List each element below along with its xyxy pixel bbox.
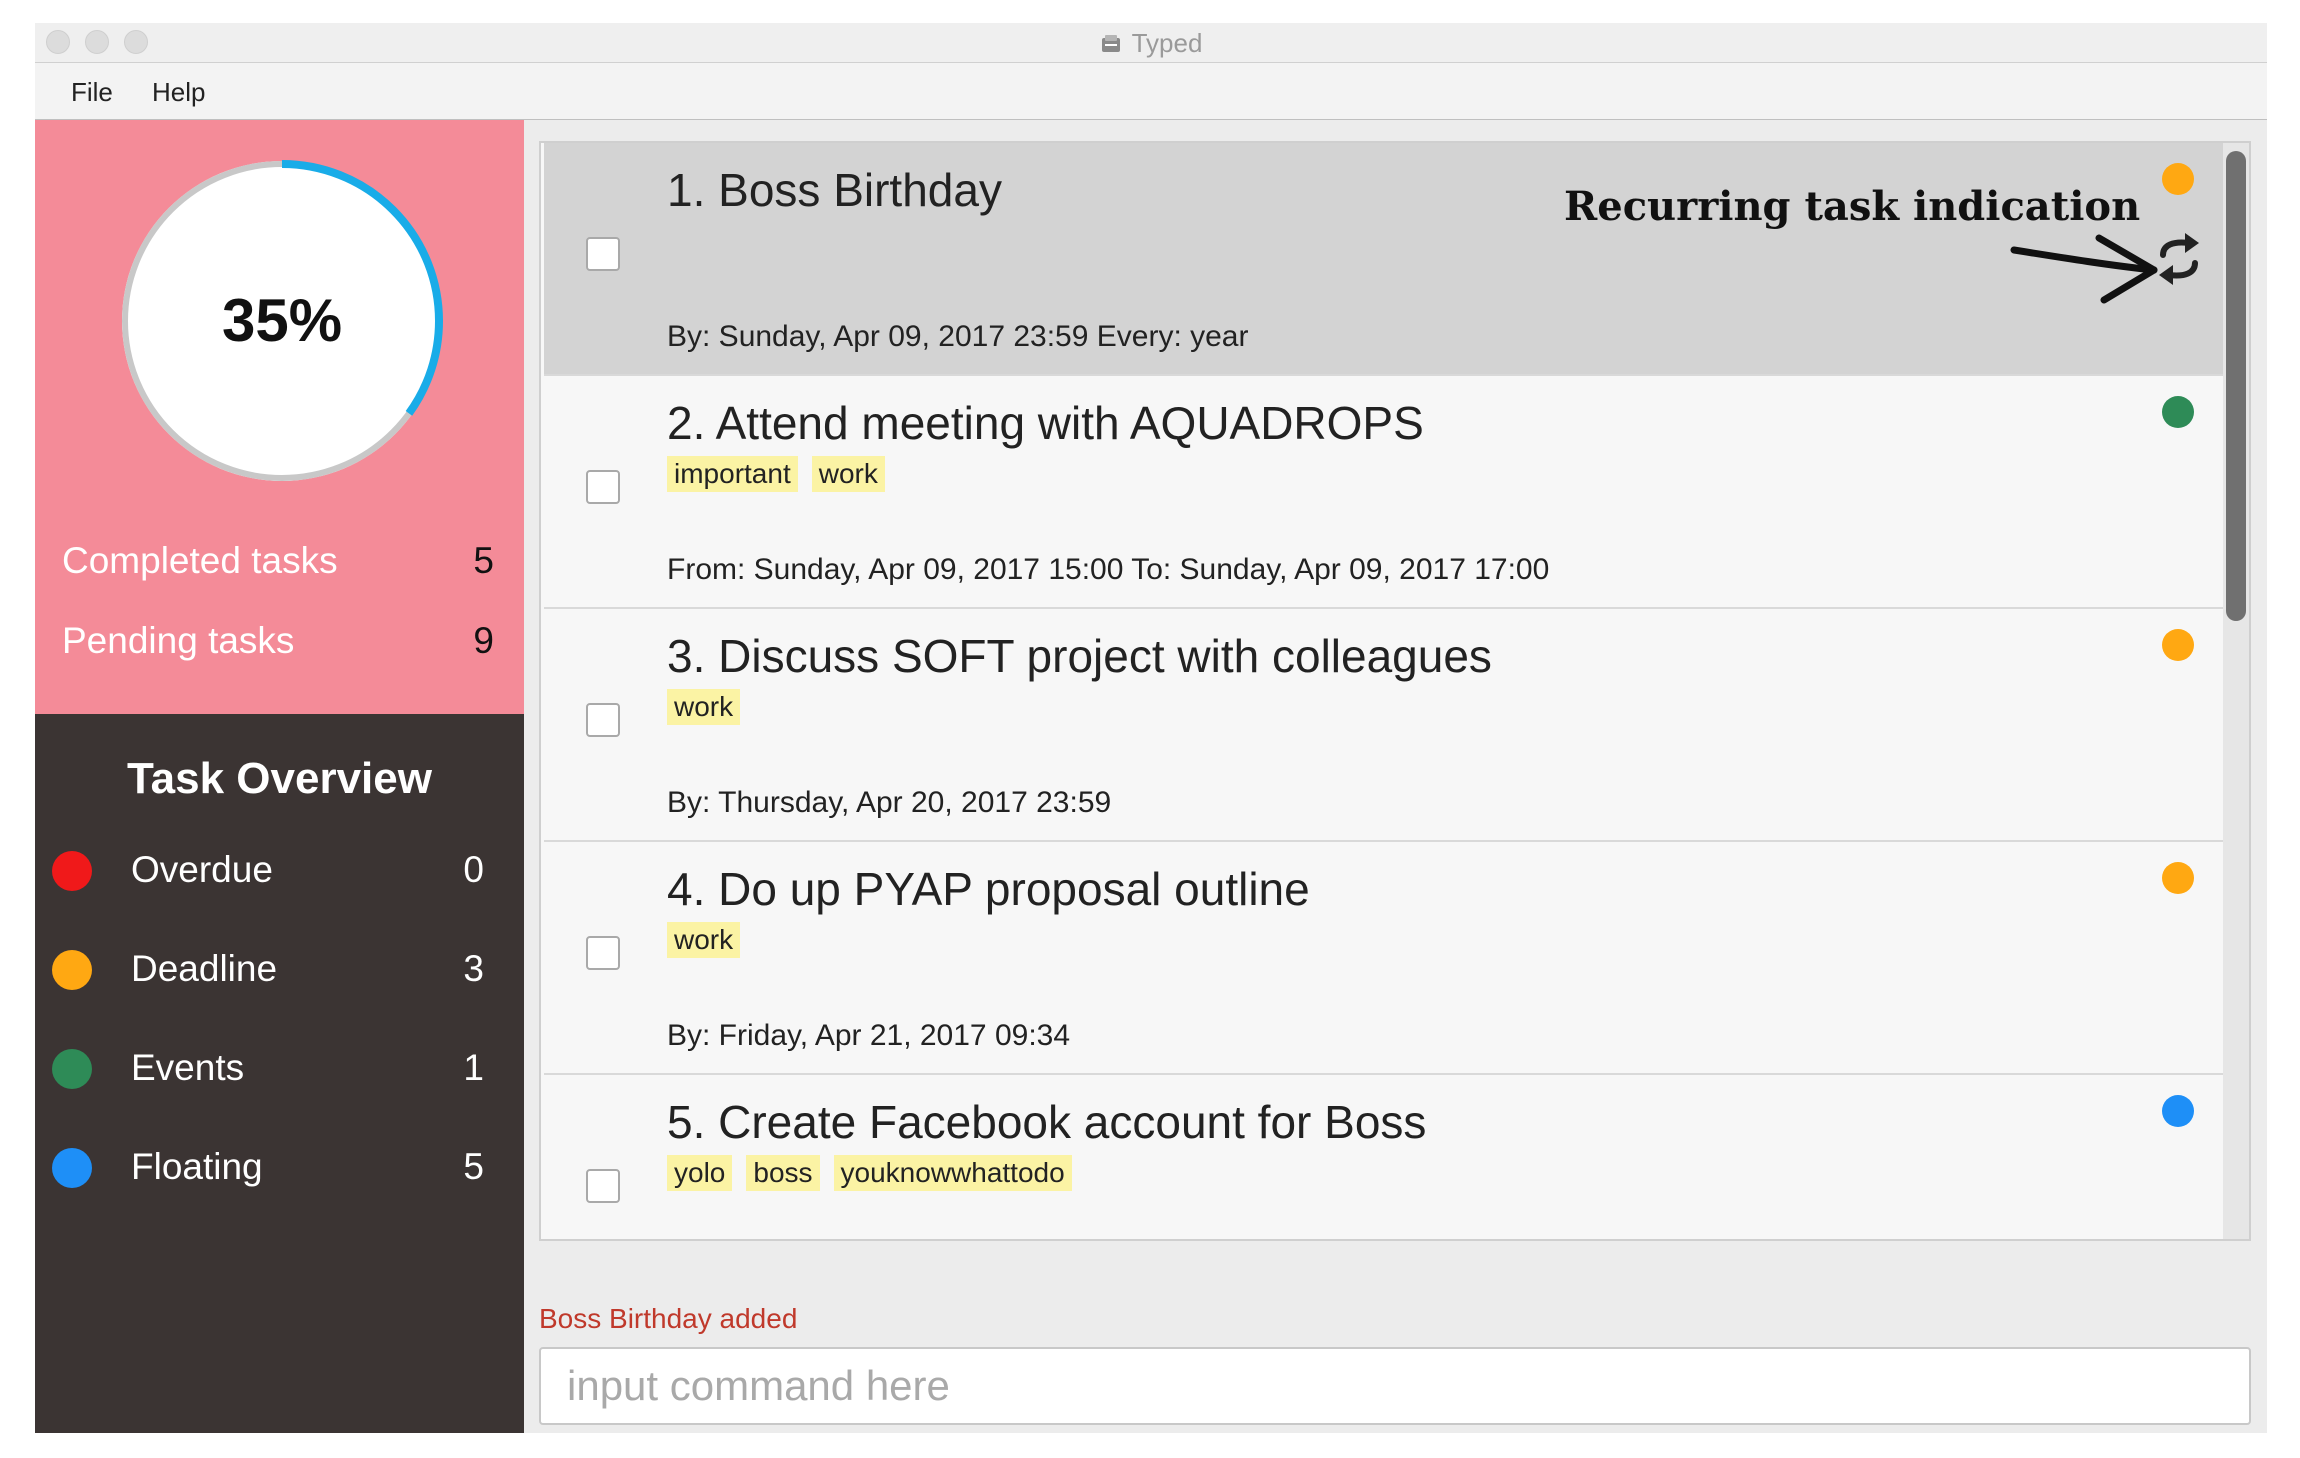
repeat-icon	[2159, 233, 2199, 285]
task-item[interactable]: 5. Create Facebook account for Boss yolo…	[544, 1075, 2225, 1239]
task-checkbox[interactable]	[586, 237, 620, 271]
task-checkbox[interactable]	[586, 470, 620, 504]
title-bar: Typed	[35, 23, 2267, 63]
floating-dot-icon	[52, 1148, 92, 1188]
task-type-dot-icon	[2162, 1095, 2194, 1127]
overview-count: 0	[463, 849, 484, 890]
overview-row-floating[interactable]: Floating 5	[35, 1138, 524, 1198]
event-dot-icon	[52, 1049, 92, 1089]
task-tag: important	[667, 456, 798, 492]
task-overview-panel: Task Overview Overdue 0 Deadline 3 Event…	[35, 714, 524, 1433]
window-title: Typed	[35, 28, 2267, 59]
recurring-annotation: Recurring task indication	[1564, 183, 2141, 230]
task-item[interactable]: 1. Boss Birthday By: Sunday, Apr 09, 201…	[544, 143, 2225, 376]
overview-row-overdue[interactable]: Overdue 0	[35, 841, 524, 901]
task-date: From: Sunday, Apr 09, 2017 15:00 To: Sun…	[667, 553, 1550, 586]
overview-count: 1	[463, 1047, 484, 1088]
menu-file[interactable]: File	[71, 77, 113, 108]
task-date: By: Friday, Apr 21, 2017 09:34	[667, 1019, 1071, 1052]
overview-row-events[interactable]: Events 1	[35, 1039, 524, 1099]
task-checkbox[interactable]	[586, 1169, 620, 1203]
app-window: Typed File Help 35% Completed tasks 5 Pe…	[35, 23, 2267, 1433]
app-icon	[1101, 35, 1120, 52]
task-tag: work	[667, 689, 741, 725]
task-title: 1. Boss Birthday	[667, 164, 1002, 216]
task-title: 4. Do up PYAP proposal outline	[667, 863, 1310, 915]
overview-label: Floating	[131, 1146, 263, 1187]
command-input[interactable]	[539, 1347, 2251, 1425]
scrollbar-thumb[interactable]	[2226, 151, 2246, 621]
task-item[interactable]: 2. Attend meeting with AQUADROPS importa…	[544, 376, 2225, 609]
task-tag: boss	[746, 1155, 820, 1191]
task-type-dot-icon	[2162, 629, 2194, 661]
task-tags: work	[667, 689, 754, 729]
task-date: By: Thursday, Apr 20, 2017 23:59	[667, 786, 1112, 819]
progress-percent: 35%	[221, 287, 343, 354]
menu-bar: File Help	[35, 63, 2267, 120]
overview-label: Overdue	[131, 849, 273, 890]
task-tags: important work	[667, 456, 899, 496]
task-title: 3. Discuss SOFT project with colleagues	[667, 630, 1492, 682]
task-tag: work	[811, 456, 885, 492]
completed-tasks-count: 5	[473, 540, 494, 581]
overdue-dot-icon	[52, 851, 92, 891]
task-date: By: Sunday, Apr 09, 2017 23:59 Every: ye…	[667, 320, 1249, 353]
window-title-text: Typed	[1131, 28, 1203, 58]
task-tag: work	[667, 922, 741, 958]
task-type-dot-icon	[2162, 862, 2194, 894]
task-item[interactable]: 3. Discuss SOFT project with colleagues …	[544, 609, 2225, 842]
overview-count: 3	[463, 948, 484, 989]
task-list-scrollbar[interactable]	[2223, 143, 2249, 1239]
task-list[interactable]: 1. Boss Birthday By: Sunday, Apr 09, 201…	[539, 141, 2251, 1241]
task-title: 5. Create Facebook account for Boss	[667, 1096, 1427, 1148]
overview-label: Events	[131, 1047, 245, 1088]
deadline-dot-icon	[52, 950, 92, 990]
menu-help[interactable]: Help	[152, 77, 205, 108]
task-tag: yolo	[667, 1155, 733, 1191]
progress-summary-panel: 35% Completed tasks 5 Pending tasks 9	[35, 120, 524, 714]
task-overview-title: Task Overview	[127, 754, 432, 803]
annotation-arrow-icon	[2010, 234, 2158, 304]
task-title: 2. Attend meeting with AQUADROPS	[667, 397, 1424, 449]
task-type-dot-icon	[2162, 396, 2194, 428]
task-tag: youknowwhattodo	[833, 1155, 1072, 1191]
task-item[interactable]: 4. Do up PYAP proposal outline work By: …	[544, 842, 2225, 1075]
overview-row-deadline[interactable]: Deadline 3	[35, 940, 524, 1000]
task-type-dot-icon	[2162, 163, 2194, 195]
pending-tasks-label: Pending tasks	[62, 620, 295, 661]
overview-count: 5	[463, 1146, 484, 1187]
task-checkbox[interactable]	[586, 936, 620, 970]
completed-tasks-label: Completed tasks	[62, 540, 338, 581]
task-checkbox[interactable]	[586, 703, 620, 737]
task-tags: yolo boss youknowwhattodo	[667, 1155, 1086, 1195]
status-message: Boss Birthday added	[539, 1303, 798, 1334]
task-tags: work	[667, 922, 754, 962]
pending-tasks-count: 9	[473, 620, 494, 661]
overview-label: Deadline	[131, 948, 278, 989]
